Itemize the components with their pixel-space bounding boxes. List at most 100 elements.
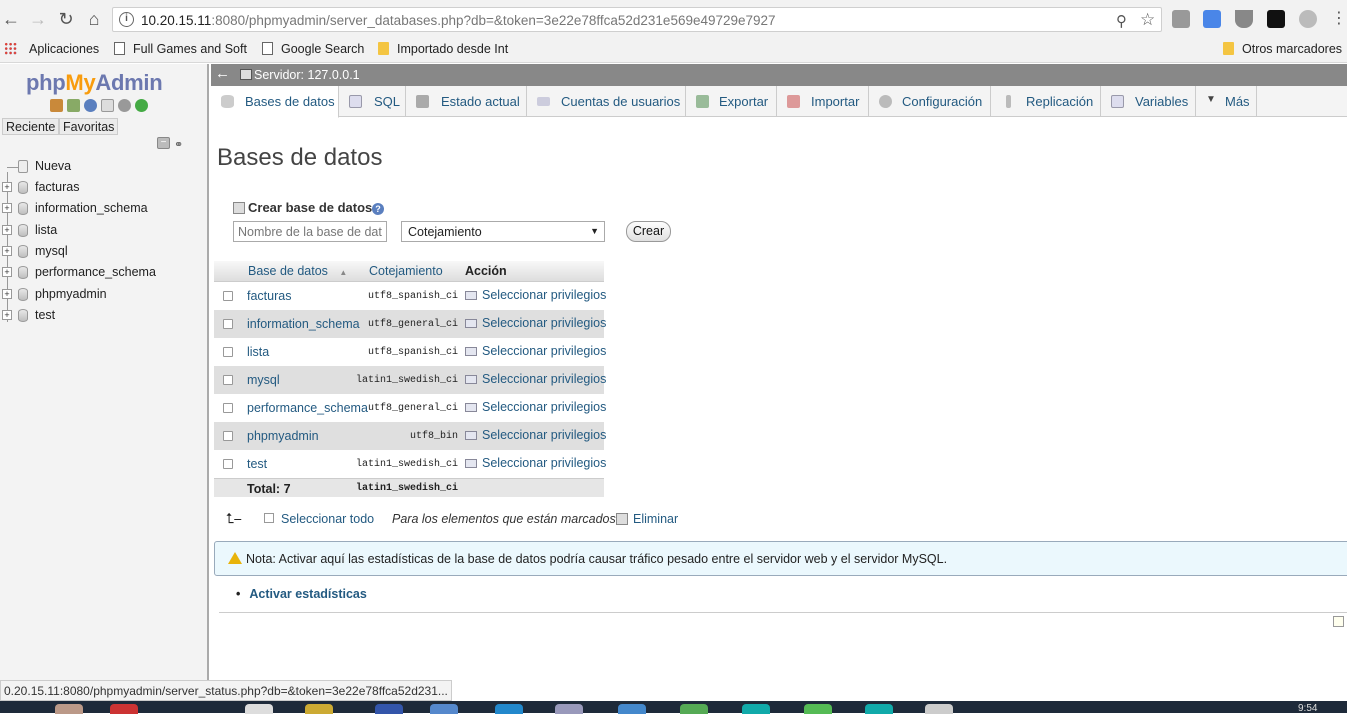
expand-icon[interactable]: + — [2, 203, 12, 213]
tree-item-database[interactable]: + mysql — [0, 243, 200, 261]
expand-icon[interactable]: + — [2, 246, 12, 256]
collapse-panel-icon[interactable]: ← — [215, 65, 230, 82]
help-icon[interactable]: ? — [372, 203, 384, 215]
select-privileges-link[interactable]: Seleccionar privilegios — [465, 456, 606, 470]
home-icon[interactable]: ⌂ — [83, 8, 105, 30]
forward-arrow-icon[interactable]: → — [27, 8, 49, 30]
create-button[interactable]: Crear — [626, 221, 671, 242]
delete-button[interactable]: Eliminar — [616, 512, 678, 526]
tree-item-database[interactable]: + test — [0, 307, 200, 325]
circle-extension-icon[interactable] — [1299, 10, 1317, 28]
amazon-icon[interactable] — [1267, 10, 1285, 28]
row-checkbox[interactable] — [223, 347, 233, 357]
tree-item-database[interactable]: + performance_schema — [0, 264, 200, 282]
row-checkbox[interactable] — [223, 319, 233, 329]
collation-value: utf8_spanish_ci — [367, 291, 458, 302]
tab-databases[interactable]: Bases de datos — [211, 86, 339, 118]
tree-item-database[interactable]: + facturas — [0, 179, 200, 197]
tree-item-new[interactable]: Nueva — [0, 158, 200, 176]
bookmark-imported[interactable]: Importado desde Int — [378, 42, 508, 56]
database-link[interactable]: mysql — [247, 373, 280, 387]
select-all-checkbox[interactable] — [264, 513, 274, 523]
table-row: phpmyadmin utf8_bin Seleccionar privilegio… — [214, 422, 606, 450]
tab-status[interactable]: Estado actual — [406, 86, 527, 117]
header-database[interactable]: Base de datos ▲ — [248, 264, 347, 278]
row-checkbox[interactable] — [223, 459, 233, 469]
select-all-label[interactable]: Seleccionar todo — [281, 512, 374, 526]
console-icon[interactable] — [1333, 616, 1344, 627]
link-icon[interactable]: ⚭ — [174, 138, 183, 151]
select-privileges-link[interactable]: Seleccionar privilegios — [465, 288, 606, 302]
tree-item-database[interactable]: + lista — [0, 222, 200, 240]
bookmark-google-search[interactable]: Google Search — [262, 42, 364, 56]
collation-value: utf8_general_ci — [367, 403, 458, 414]
database-link[interactable]: phpmyadmin — [247, 429, 319, 443]
expand-icon[interactable]: + — [2, 310, 12, 320]
tree-item-database[interactable]: + phpmyadmin — [0, 286, 200, 304]
database-link[interactable]: lista — [247, 345, 269, 359]
zoom-icon[interactable]: ⚲ — [1116, 12, 1127, 30]
bookmark-other[interactable]: Otros marcadores — [1223, 42, 1342, 56]
exit-icon[interactable] — [67, 99, 80, 112]
phpmyadmin-logo[interactable]: phpMyAdmin — [26, 70, 163, 96]
bookmark-full-games[interactable]: Full Games and Soft — [114, 42, 247, 56]
tab-user-accounts[interactable]: Cuentas de usuarios — [527, 86, 686, 117]
delete-icon — [616, 513, 628, 525]
home-icon[interactable] — [50, 99, 63, 112]
row-checkbox[interactable] — [223, 403, 233, 413]
help-icon[interactable] — [84, 99, 97, 112]
star-icon[interactable]: ☆ — [1140, 10, 1155, 30]
expand-icon[interactable]: + — [2, 289, 12, 299]
select-privileges-link[interactable]: Seleccionar privilegios — [465, 344, 606, 358]
tab-export[interactable]: Exportar — [686, 86, 777, 117]
select-privileges-link[interactable]: Seleccionar privilegios — [465, 316, 606, 330]
expand-icon[interactable]: + — [2, 267, 12, 277]
create-database-icon — [233, 202, 245, 214]
browser-toolbar: ← → ↻ ⌂ i 10.20.15.11:8080/phpmyadmin/se… — [0, 0, 1347, 39]
tab-sql[interactable]: SQL — [339, 86, 406, 117]
address-bar[interactable]: i 10.20.15.11:8080/phpmyadmin/server_dat… — [112, 7, 1162, 32]
database-icon — [18, 181, 28, 194]
collapse-all-icon[interactable]: − — [157, 137, 170, 149]
tab-favorites[interactable]: Favoritas — [59, 118, 119, 135]
select-privileges-link[interactable]: Seleccionar privilegios — [465, 400, 606, 414]
reload-icon[interactable] — [135, 99, 148, 112]
database-link[interactable]: performance_schema — [247, 401, 368, 415]
tab-more[interactable]: ▼ Más — [1196, 86, 1257, 117]
replication-icon — [1006, 95, 1011, 108]
database-link[interactable]: test — [247, 457, 267, 471]
tree-item-database[interactable]: + information_schema — [0, 200, 200, 218]
tab-recent[interactable]: Reciente — [2, 118, 60, 135]
database-link[interactable]: facturas — [247, 289, 291, 303]
row-checkbox[interactable] — [223, 291, 233, 301]
navigation-panel: phpMyAdmin Reciente Favoritas − ⚭ Nueva … — [0, 64, 209, 680]
tab-variables[interactable]: Variables — [1101, 86, 1196, 117]
select-privileges-link[interactable]: Seleccionar privilegios — [465, 372, 606, 386]
back-arrow-icon[interactable]: ← — [0, 8, 22, 30]
bookmark-apps[interactable]: Aplicaciones — [4, 42, 99, 56]
gear-icon[interactable] — [118, 99, 131, 112]
expand-icon[interactable]: + — [2, 225, 12, 235]
reload-icon[interactable]: ↻ — [55, 8, 77, 30]
tab-replication[interactable]: Replicación — [991, 86, 1101, 117]
translate-icon[interactable] — [1203, 10, 1221, 28]
header-collation[interactable]: Cotejamiento — [369, 264, 443, 278]
download-icon[interactable] — [1235, 10, 1253, 28]
docs-icon[interactable] — [101, 99, 114, 112]
tab-settings[interactable]: Configuración — [869, 86, 991, 117]
tab-import[interactable]: Importar — [777, 86, 869, 117]
database-name-input[interactable] — [233, 221, 387, 242]
server-link[interactable]: Servidor: 127.0.0.1 — [254, 68, 360, 82]
info-icon[interactable]: i — [119, 12, 134, 27]
expand-icon[interactable]: + — [2, 182, 12, 192]
row-checkbox[interactable] — [223, 375, 233, 385]
row-checkbox[interactable] — [223, 431, 233, 441]
taskbar — [0, 701, 1347, 714]
database-link[interactable]: information_schema — [247, 317, 360, 331]
menu-dots-icon[interactable]: ⋮ — [1328, 8, 1347, 30]
extension-icon[interactable] — [1172, 10, 1190, 28]
collation-select[interactable]: Cotejamiento ▼ — [401, 221, 605, 242]
enable-statistics-link[interactable]: • Activar estadísticas — [236, 587, 367, 601]
users-icon — [537, 97, 550, 106]
select-privileges-link[interactable]: Seleccionar privilegios — [465, 428, 606, 442]
